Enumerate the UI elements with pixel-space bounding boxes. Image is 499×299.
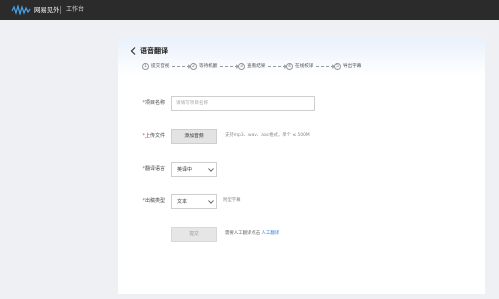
back-arrow-icon[interactable] [130, 47, 136, 55]
step-number: 1 [142, 63, 149, 70]
page-title: 语音翻译 [140, 47, 168, 55]
upload-label: *上传文件 [142, 133, 165, 139]
add-audio-button[interactable]: 添加音频 [171, 129, 217, 144]
output-type-hint: 附型字幕 [223, 198, 241, 203]
step-label: 提交音视 [151, 64, 170, 69]
step-label: 在线校译 [295, 64, 314, 69]
language-select[interactable]: 英译中 [171, 162, 217, 177]
output-type-label: *出稿类型 [142, 198, 165, 204]
project-name-input[interactable] [171, 96, 315, 111]
submit-button[interactable]: 提交 [171, 227, 217, 242]
step-label: 等待机翻 [199, 64, 218, 69]
step-number: 2 [190, 63, 197, 70]
workbench-link[interactable]: 工作台 [66, 5, 84, 15]
manual-translation-link[interactable]: 人工翻译 [262, 231, 280, 236]
upload-hint: 支持mp3、wav、aac格式，单个 ≤ 500M [225, 133, 310, 138]
step-label: 查看结果 [247, 64, 266, 69]
step-number: 5 [334, 63, 341, 70]
panel-header [118, 38, 485, 76]
output-type-value: 文本 [177, 199, 188, 205]
top-bar: 网易见外 工作台 [0, 0, 499, 20]
brand-name[interactable]: 网易见外 [34, 5, 60, 15]
language-value: 英译中 [177, 167, 193, 173]
output-type-select[interactable]: 文本 [171, 194, 217, 209]
language-label: *翻译语言 [142, 166, 165, 172]
step-number: 3 [238, 63, 245, 70]
step-label: 导出字幕 [343, 64, 362, 69]
logo-icon [11, 5, 31, 15]
topbar-divider [60, 6, 61, 14]
step-number: 4 [286, 63, 293, 70]
chevron-down-icon [208, 168, 214, 172]
manual-translation-tip: 需要人工翻译点击 人工翻译 [225, 231, 280, 236]
chevron-down-icon [208, 200, 214, 204]
project-name-label: *项目名称 [142, 100, 165, 106]
